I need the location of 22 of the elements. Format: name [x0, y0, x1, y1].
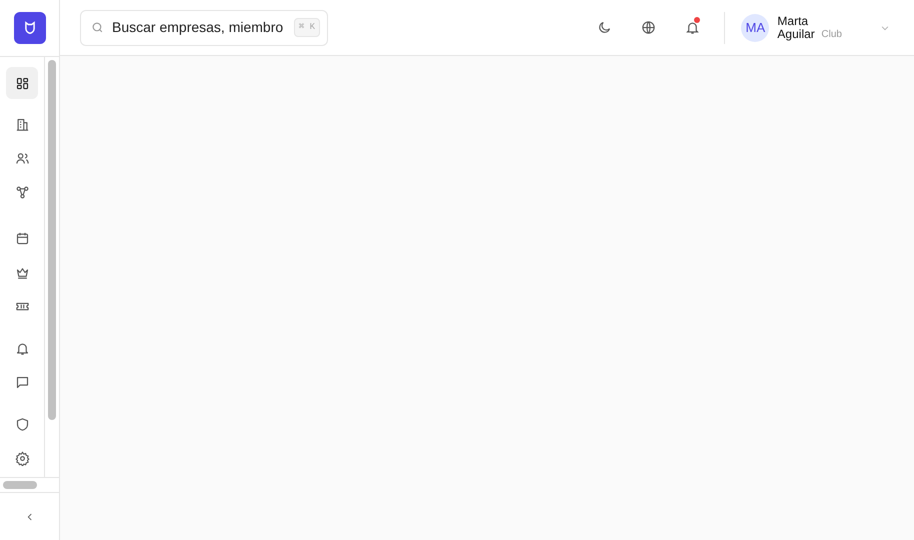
scrollbar-thumb[interactable]: [3, 481, 37, 489]
user-name: Marta Aguilar: [777, 14, 816, 40]
dashboard-icon: [14, 76, 30, 90]
moon-icon: [596, 20, 612, 35]
network-icon: [14, 184, 30, 200]
user-subtitle: Club: [821, 28, 842, 40]
bell-icon: [684, 20, 700, 35]
users-icon: [14, 150, 30, 166]
gear-icon: [14, 450, 30, 466]
chat-icon: [14, 374, 30, 390]
calendar-icon: [14, 230, 30, 246]
bell-icon: [14, 340, 30, 356]
building-icon: [14, 116, 30, 132]
globe-icon: [640, 20, 656, 35]
search-input[interactable]: Buscar empresas, miembro: [112, 17, 286, 38]
shield-icon: [14, 416, 30, 432]
shield-icon: [22, 21, 36, 35]
sidebar-nav-item[interactable]: [6, 67, 38, 99]
search-icon: [91, 21, 104, 34]
scrollbar-thumb[interactable]: [48, 60, 56, 420]
user-avatar[interactable]: MA: [741, 14, 770, 42]
keyboard-shortcut: ⌘ K: [294, 18, 320, 38]
